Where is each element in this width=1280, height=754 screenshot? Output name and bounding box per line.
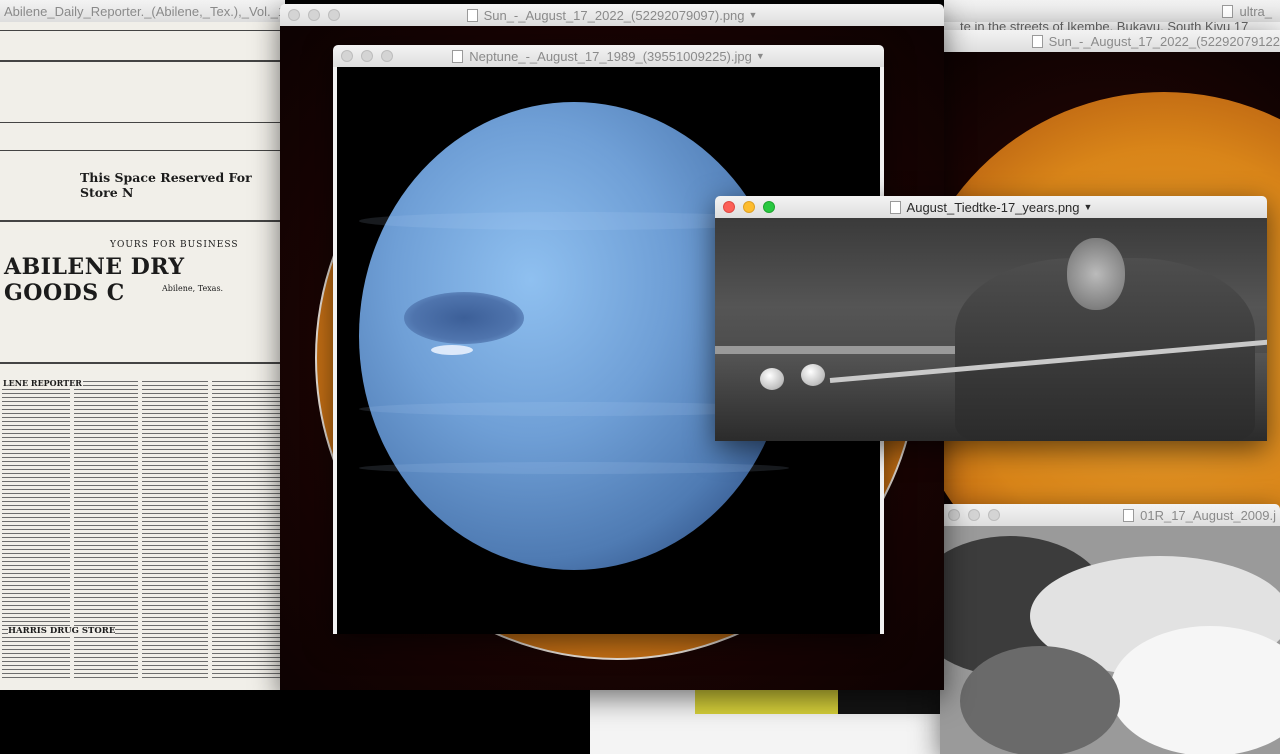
- minimize-button[interactable]: [308, 9, 320, 21]
- document-icon: [466, 8, 478, 22]
- newspaper-page: This Space Reserved For Store N YOURS FO…: [0, 22, 285, 690]
- sun-back-title: Sun_-_August_17_2022_(52292079097).png: [483, 7, 745, 23]
- store-name: ABILENE DRY GOODS C: [4, 254, 185, 306]
- bottom-dark-strip: [838, 690, 940, 714]
- document-icon: [1123, 508, 1135, 522]
- newspaper-rule: [0, 220, 285, 222]
- newspaper-window[interactable]: Abilene_Daily_Reporter._(Abilene,_Tex.),…: [0, 0, 285, 690]
- store-notice: This Space Reserved For Store N: [80, 170, 252, 200]
- cloud-band: [359, 462, 789, 474]
- close-button[interactable]: [948, 509, 960, 521]
- document-icon: [889, 200, 901, 214]
- clouds-window[interactable]: 01R_17_August_2009.j: [940, 504, 1280, 754]
- newspaper-title: Abilene_Daily_Reporter._(Abilene,_Tex.),…: [4, 3, 285, 19]
- newspaper-rule: [0, 122, 285, 123]
- newspaper-rule: [0, 362, 285, 364]
- tiedtke-photo: [715, 218, 1267, 441]
- tiedtke-titlebar[interactable]: August_Tiedtke-17_years.png ▼: [715, 196, 1267, 219]
- tiedtke-title: August_Tiedtke-17_years.png: [906, 199, 1080, 215]
- close-button[interactable]: [723, 201, 735, 213]
- document-icon: [1032, 34, 1043, 48]
- newspaper-column: [212, 378, 282, 678]
- minimize-button[interactable]: [743, 201, 755, 213]
- clouds-image: [940, 526, 1280, 754]
- billiard-ball: [801, 364, 825, 386]
- clouds-title: 01R_17_August_2009.j: [1140, 507, 1276, 523]
- zoom-button[interactable]: [328, 9, 340, 21]
- neptune-titlebar[interactable]: Neptune_-_August_17_1989_(39551009225).j…: [333, 45, 884, 68]
- zoom-button[interactable]: [988, 509, 1000, 521]
- window-controls: [723, 201, 775, 213]
- newspaper-rule: [0, 60, 285, 62]
- minimize-button[interactable]: [361, 50, 373, 62]
- clouds-titlebar[interactable]: 01R_17_August_2009.j: [940, 504, 1280, 527]
- ultra-window[interactable]: ultra_: [944, 0, 1280, 22]
- store-city: Abilene, Texas.: [162, 284, 224, 293]
- window-controls: [948, 509, 1000, 521]
- chevron-down-icon[interactable]: ▼: [756, 51, 765, 61]
- tiedtke-window[interactable]: August_Tiedtke-17_years.png ▼: [715, 196, 1267, 441]
- close-button[interactable]: [288, 9, 300, 21]
- zoom-button[interactable]: [763, 201, 775, 213]
- ultra-title: ultra_: [1239, 3, 1272, 19]
- neptune-title: Neptune_-_August_17_1989_(39551009225).j…: [469, 48, 752, 64]
- document-icon: [1222, 4, 1234, 18]
- zoom-button[interactable]: [381, 50, 393, 62]
- billiard-ball: [760, 368, 784, 390]
- chevron-down-icon[interactable]: ▼: [1084, 202, 1093, 212]
- bright-cloud: [431, 345, 473, 355]
- sun-right-titlebar[interactable]: Sun_-_August_17_2022_(52292079122: [944, 30, 1280, 53]
- great-dark-spot: [404, 292, 524, 344]
- window-controls: [341, 50, 393, 62]
- harris-ad: HARRIS DRUG STORE: [8, 626, 116, 636]
- window-controls: [288, 9, 340, 21]
- newspaper-titlebar[interactable]: Abilene_Daily_Reporter._(Abilene,_Tex.),…: [0, 0, 285, 23]
- newspaper-masthead: LENE REPORTER: [2, 378, 83, 388]
- cloud-swirl: [960, 646, 1120, 754]
- yours-for-business: YOURS FOR BUSINESS: [110, 240, 239, 250]
- sun-back-titlebar[interactable]: Sun_-_August_17_2022_(52292079097).png ▼: [280, 4, 944, 27]
- yellow-strip: [695, 690, 840, 714]
- sun-right-title: Sun_-_August_17_2022_(52292079122: [1048, 33, 1280, 49]
- chevron-down-icon[interactable]: ▼: [749, 10, 758, 20]
- newspaper-column: [142, 378, 208, 678]
- ultra-titlebar[interactable]: ultra_: [944, 0, 1280, 22]
- player-head: [1067, 238, 1125, 310]
- close-button[interactable]: [341, 50, 353, 62]
- newspaper-rule: [0, 150, 285, 151]
- document-icon: [452, 49, 464, 63]
- minimize-button[interactable]: [968, 509, 980, 521]
- newspaper-rule: [0, 30, 285, 31]
